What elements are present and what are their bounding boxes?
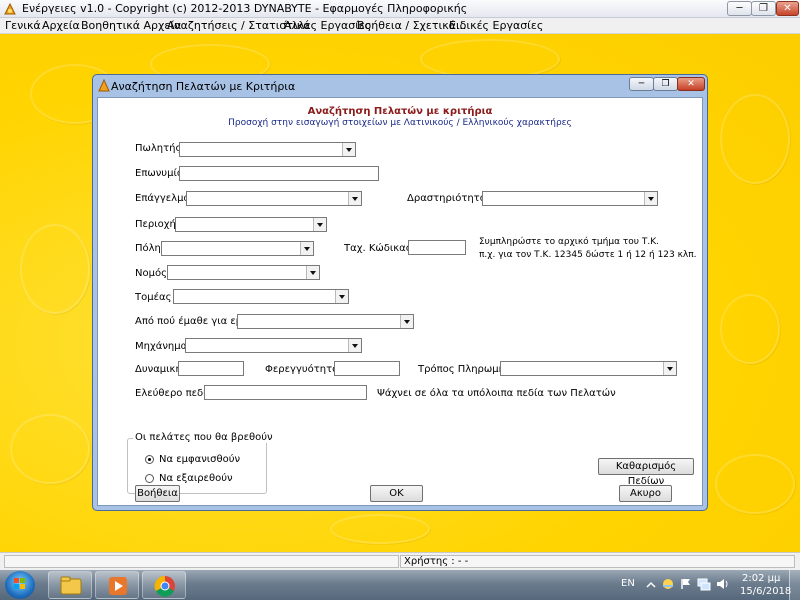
folder-icon [60,576,82,595]
chevron-down-icon[interactable] [335,290,348,303]
source-combo[interactable] [237,314,414,329]
menu-general[interactable]: Γενικά [5,19,41,32]
dialog-heading: Αναζήτηση Πελατών με κριτήρια [307,106,493,117]
free-field-input[interactable] [204,385,367,400]
dialog-title: Αναζήτηση Πελατών με Κριτήρια [111,80,296,93]
radio-exclude[interactable] [145,474,154,483]
postal-code-input[interactable] [408,240,466,255]
clock-date[interactable]: 15/6/2018 [740,586,791,597]
radio-exclude-label[interactable]: Να εξαιρεθούν [159,473,233,484]
dialog-body: Αναζήτηση Πελατών με κριτήρια Προσοχή στ… [97,97,703,506]
radio-include-label[interactable]: Να εμφανισθούν [159,454,240,465]
app-titlebar: Ενέργειες v1.0 - Copyright (c) 2012-2013… [0,0,800,18]
name-input[interactable] [179,166,379,181]
postal-code-hint-2: π.χ. για τον Τ.Κ. 12345 δώστε 1 ή 12 ή 1… [479,250,697,260]
chevron-down-icon[interactable] [348,192,361,205]
show-desktop-button[interactable] [789,570,800,600]
menu-special-tasks[interactable]: Ειδικές Εργασίες [449,19,543,32]
maximize-button[interactable]: ❐ [751,1,776,16]
start-button[interactable] [5,571,35,599]
clock-time[interactable]: 2:02 μμ [742,573,780,584]
app-title: Ενέργειες v1.0 - Copyright (c) 2012-2013… [22,2,468,15]
city-combo[interactable] [161,241,314,256]
dialog-close-button[interactable]: ✕ [677,77,705,91]
clear-fields-button[interactable]: Καθαρισμός Πεδίων [598,458,694,487]
cancel-button[interactable]: Ακυρο [619,485,672,502]
ok-button[interactable]: OK [370,485,423,502]
chevron-down-icon[interactable] [306,266,319,279]
profession-combo[interactable] [186,191,362,206]
activity-combo[interactable] [482,191,658,206]
postal-code-hint-1: Συμπληρώστε το αρχικό τμήμα του Τ.Κ. [479,237,659,247]
activity-label: Δραστηριότητα : [407,193,493,204]
salesperson-combo[interactable] [179,142,356,157]
menu-files[interactable]: Αρχεία [42,19,80,32]
sector-label: Τομέας : [135,292,179,303]
status-pane-left [4,555,399,568]
taskbar: EN 2:02 μμ 15/6/2018 [0,570,800,600]
chevron-down-icon[interactable] [348,339,361,352]
language-indicator[interactable]: EN [621,578,635,589]
menubar: Γενικά Αρχεία Βοηθητικά Αρχεία Αναζητήσε… [0,18,800,34]
free-field-hint: Ψάχνει σε όλα τα υπόλοιπα πεδία των Πελα… [377,388,616,399]
luminosity-input[interactable] [334,361,400,376]
volume-icon[interactable] [715,577,729,591]
chevron-down-icon[interactable] [400,315,413,328]
dialog-icon [98,79,110,92]
statusbar: Χρήστης : - - [0,552,800,570]
network-icon[interactable] [697,577,711,591]
taskbar-explorer[interactable] [48,571,92,599]
chrome-icon [154,575,175,597]
chevron-down-icon[interactable] [342,143,355,156]
app-icon [4,2,16,15]
minimize-button[interactable]: ─ [727,1,752,16]
search-dialog: Αναζήτηση Πελατών με Κριτήρια ─ ❐ ✕ Αναζ… [92,74,708,511]
close-button[interactable]: ✕ [776,1,799,16]
group-title: Οι πελάτες που θα βρεθούν [133,432,275,443]
machine-combo[interactable] [185,338,362,353]
dialog-maximize-button[interactable]: ❐ [653,77,678,91]
capacity-input[interactable] [178,361,244,376]
media-player-icon [109,577,127,595]
help-button[interactable]: Βοήθεια [135,485,180,502]
prefecture-combo[interactable] [167,265,320,280]
status-user: Χρήστης : - - [400,555,795,568]
show-hidden-icons-icon[interactable] [644,578,658,592]
windows-logo-icon [14,578,25,589]
chevron-down-icon[interactable] [663,362,676,375]
dialog-minimize-button[interactable]: ─ [629,77,654,91]
chevron-down-icon[interactable] [313,218,326,231]
taskbar-media-player[interactable] [95,571,139,599]
weather-icon[interactable] [661,577,675,591]
flag-icon[interactable] [679,577,693,591]
radio-include[interactable] [145,455,154,464]
dialog-subheading: Προσοχή στην εισαγωγή στοιχείων με Λατιν… [228,118,572,128]
chevron-down-icon[interactable] [300,242,313,255]
payment-method-combo[interactable] [500,361,677,376]
area-combo[interactable] [175,217,327,232]
chevron-down-icon[interactable] [644,192,657,205]
sector-combo[interactable] [173,289,349,304]
taskbar-chrome[interactable] [142,571,186,599]
